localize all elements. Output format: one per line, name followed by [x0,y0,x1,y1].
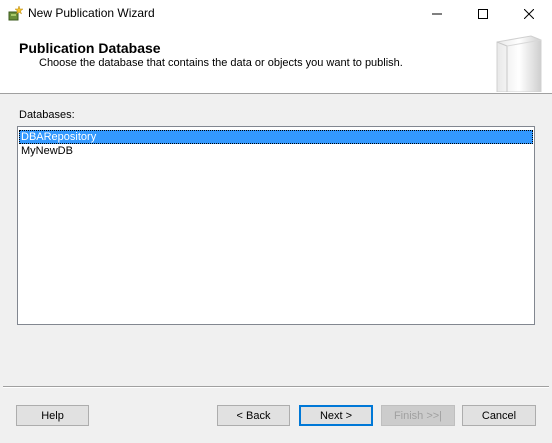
maximize-button[interactable] [460,0,506,27]
databases-label: Databases: [19,109,75,121]
databases-listbox[interactable]: DBARepository MyNewDB [17,126,535,325]
footer-divider [3,386,549,388]
help-button[interactable]: Help [16,405,89,426]
window-title: New Publication Wizard [28,6,155,20]
cancel-button[interactable]: Cancel [462,405,536,426]
list-item-mynewdb[interactable]: MyNewDB [19,144,533,158]
wizard-star-icon [7,5,24,21]
minimize-button[interactable] [414,0,460,27]
maximize-icon [478,8,488,19]
wizard-header: Publication Database Choose the database… [0,27,552,94]
wizard-book-icon [487,32,547,93]
back-button[interactable]: < Back [217,405,290,426]
page-subtitle: Choose the database that contains the da… [39,57,403,69]
title-bar: New Publication Wizard [0,0,552,27]
page-title: Publication Database [19,40,161,56]
next-button[interactable]: Next > [299,405,373,426]
minimize-icon [432,13,442,14]
close-icon [524,8,534,19]
list-item-dbarepository[interactable]: DBARepository [19,130,533,144]
finish-button[interactable]: Finish >>| [381,405,455,426]
close-button[interactable] [506,0,552,27]
